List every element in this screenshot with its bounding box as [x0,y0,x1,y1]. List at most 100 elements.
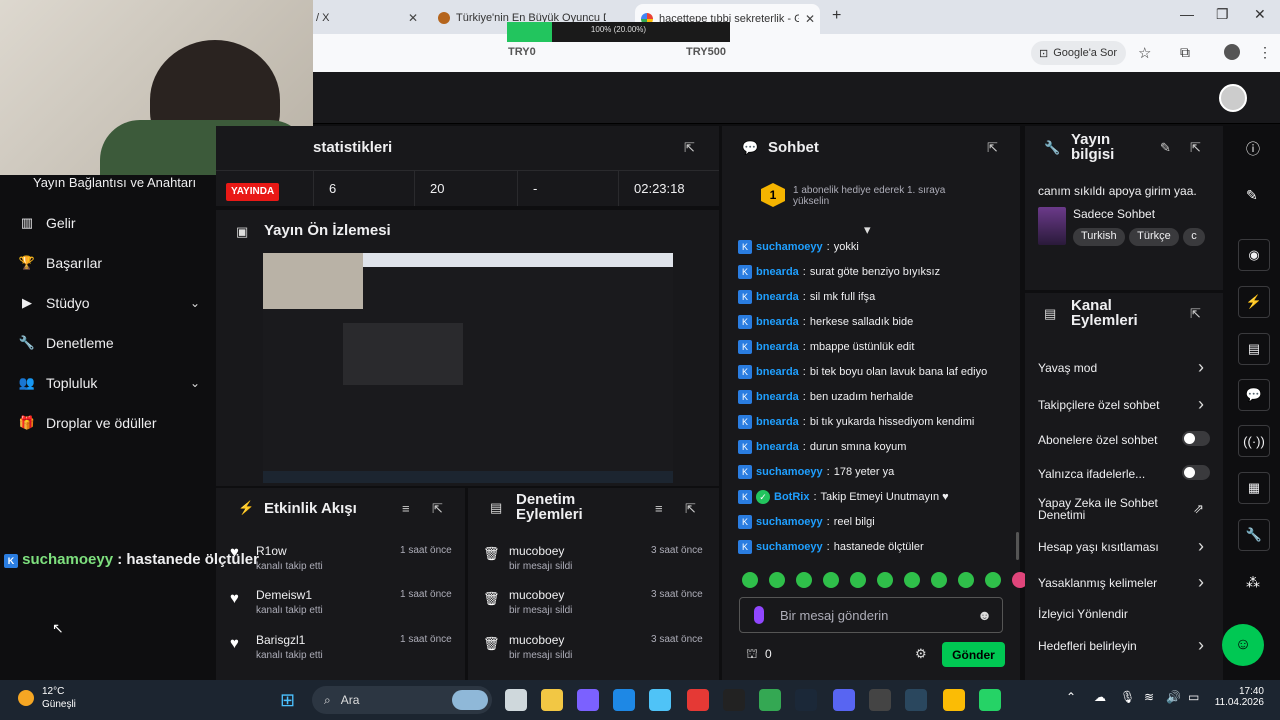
edit-pencil-icon[interactable]: ✎ [1246,187,1258,204]
chat-message[interactable]: Kbnearda: mbappe üstünlük edit [738,340,914,354]
event-user[interactable]: mucoboey [509,633,564,647]
volume-icon[interactable]: 🔊 [1166,690,1181,704]
menu-dots-icon[interactable]: ⋮ [1258,44,1272,61]
tag-chip[interactable]: c [1183,228,1205,246]
chat-username[interactable]: suchamoeyy [756,541,823,553]
edit-pencil-icon[interactable]: ✎ [1160,140,1171,156]
maximize-icon[interactable]: ❐ [1216,6,1229,23]
emote-icon[interactable] [904,572,920,588]
channel-action-row[interactable]: Yasaklanmış kelimeler › [1038,572,1210,592]
chat-message[interactable]: Kbnearda: sil mk full ifşa [738,290,875,304]
user-avatar[interactable] [1219,84,1247,112]
bookmark-star-icon[interactable]: ☆ [1138,44,1151,62]
collapse-icon[interactable]: ▾ [864,222,871,238]
event-user[interactable]: Barisgzl1 [256,633,305,647]
event-user[interactable]: mucoboey [509,544,564,558]
sidebar-item-drops[interactable]: 🎁 Droplar ve ödüller [19,415,200,431]
sidebar-item-community[interactable]: 👥 Topluluk ⌄ [19,375,200,391]
document-icon[interactable]: ▤ [1238,333,1270,365]
chat-input[interactable]: Bir mesaj gönderin ☻ [739,597,1003,633]
popout-icon[interactable]: ⇱ [1190,306,1201,322]
folder-icon[interactable] [541,689,563,711]
chat-username[interactable]: suchamoeyy [756,516,823,528]
sidebar-item-moderation[interactable]: 🔧 Denetleme [19,335,200,351]
toggle-switch[interactable] [1182,465,1210,480]
close-window-icon[interactable]: ✕ [1254,6,1266,23]
category-name[interactable]: Sadece Sohbet [1073,207,1155,221]
filter-icon[interactable]: ≡ [402,501,410,516]
event-user[interactable]: Demeisw1 [256,588,312,602]
channel-points-icon[interactable]: ⛫ [746,646,758,664]
info-icon[interactable]: ⓘ [1246,139,1260,159]
chrome-icon[interactable] [943,689,965,711]
chat-username[interactable]: bnearda [756,441,799,453]
microphone-icon[interactable] [754,606,764,624]
microphone-icon[interactable]: 🎙 [1120,690,1135,704]
chat-username[interactable]: bnearda [756,291,799,303]
close-tab-icon[interactable]: ✕ [408,11,418,25]
chat-username[interactable]: suchamoeyy [756,466,823,478]
wifi-icon[interactable]: ≋ [1144,690,1154,704]
steam-icon[interactable] [905,689,927,711]
profile-icon[interactable] [1224,44,1240,60]
channel-action-row[interactable]: İzleyici Yönlendir [1038,607,1210,621]
emote-icon[interactable] [769,572,785,588]
emote-icon[interactable] [958,572,974,588]
chat-message[interactable]: Ksuchamoeyy: yokki [738,240,859,254]
tag-chip[interactable]: Turkish [1073,228,1125,246]
chat-username[interactable]: suchamoeyy [756,241,823,253]
category-thumbnail[interactable] [1038,207,1066,245]
windows-start-icon[interactable]: ⊞ [280,690,295,711]
popout-icon[interactable]: ⇱ [684,140,695,156]
channel-action-row[interactable]: Hesap yaşı kısıtlaması › [1038,536,1210,556]
event-user[interactable]: mucoboey [509,588,564,602]
chat-message[interactable]: Ksuchamoeyy: hastanede ölçtüler [738,540,924,554]
edge-icon[interactable] [613,689,635,711]
network-icon[interactable]: ⁂ [1246,574,1260,591]
tab-x[interactable]: / X ✕ [316,7,426,29]
chat-username[interactable]: bnearda [756,316,799,328]
chat-message[interactable]: Kbnearda: bi tek boyu olan lavuk bana laf… [738,365,987,379]
chat-message[interactable]: Ksuchamoeyy:178 yeter ya [738,465,894,479]
stream-preview-video[interactable] [263,253,673,483]
chevron-up-icon[interactable]: ⌃ [1066,690,1076,704]
chat-message[interactable]: Ksuchamoeyy: reel bilgi [738,515,875,529]
sidebar-item-stream-key[interactable]: Yayın Bağlantısı ve Anahtarı [33,175,213,190]
chat-username[interactable]: BotRix [774,491,809,503]
close-tab-icon[interactable]: ✕ [805,12,815,26]
emote-icon[interactable] [796,572,812,588]
popout-icon[interactable]: ⇱ [685,501,696,517]
chat-message[interactable]: Kbnearda: herkese salladık bide [738,315,913,329]
file-icon[interactable] [505,689,527,711]
chat-message[interactable]: K ✓ BotRix: Takip Etmeyi Unutmayın ♥ [738,490,949,504]
channel-action-row[interactable]: Yapay Zeka ile Sohbet Denetimi ⇗ [1038,497,1210,521]
emoji-icon[interactable]: ☻ [977,607,992,623]
cloud-icon[interactable]: ☁ [1094,690,1106,704]
popout-icon[interactable]: ⇱ [987,140,998,156]
support-chat-button[interactable]: ☺ [1222,624,1264,666]
discord-icon[interactable] [833,689,855,711]
chat-message[interactable]: Kbnearda: durun smına koyum [738,440,906,454]
popout-icon[interactable]: ⇱ [1190,140,1201,156]
filter-icon[interactable]: ≡ [655,501,663,516]
store-icon[interactable] [649,689,671,711]
lightning-icon[interactable]: ⚡ [1238,286,1270,318]
chat-username[interactable]: bnearda [756,391,799,403]
chat-bubble-icon[interactable]: 💬 [1238,379,1270,411]
google-ask-button[interactable]: ⊡ Google'a Sor [1031,41,1126,65]
taskbar-clock[interactable]: 17:40 11.04.2026 [1208,686,1264,708]
minimize-icon[interactable]: — [1180,6,1194,22]
chrome-icon[interactable] [759,689,781,711]
emote-icon[interactable] [742,572,758,588]
channel-action-row[interactable]: Takipçilere özel sohbet › [1038,394,1210,414]
toggle-switch[interactable] [1182,431,1210,446]
chat-username[interactable]: bnearda [756,416,799,428]
epic-games-icon[interactable] [723,689,745,711]
steam-icon[interactable] [795,689,817,711]
chat-message[interactable]: Kbnearda: ben uzadım herhalde [738,390,913,404]
emote-icon[interactable] [823,572,839,588]
popout-icon[interactable]: ⇱ [432,501,443,517]
new-tab-icon[interactable]: + [832,7,841,25]
chat-username[interactable]: bnearda [756,266,799,278]
server-icon[interactable]: ▦ [1238,472,1270,504]
